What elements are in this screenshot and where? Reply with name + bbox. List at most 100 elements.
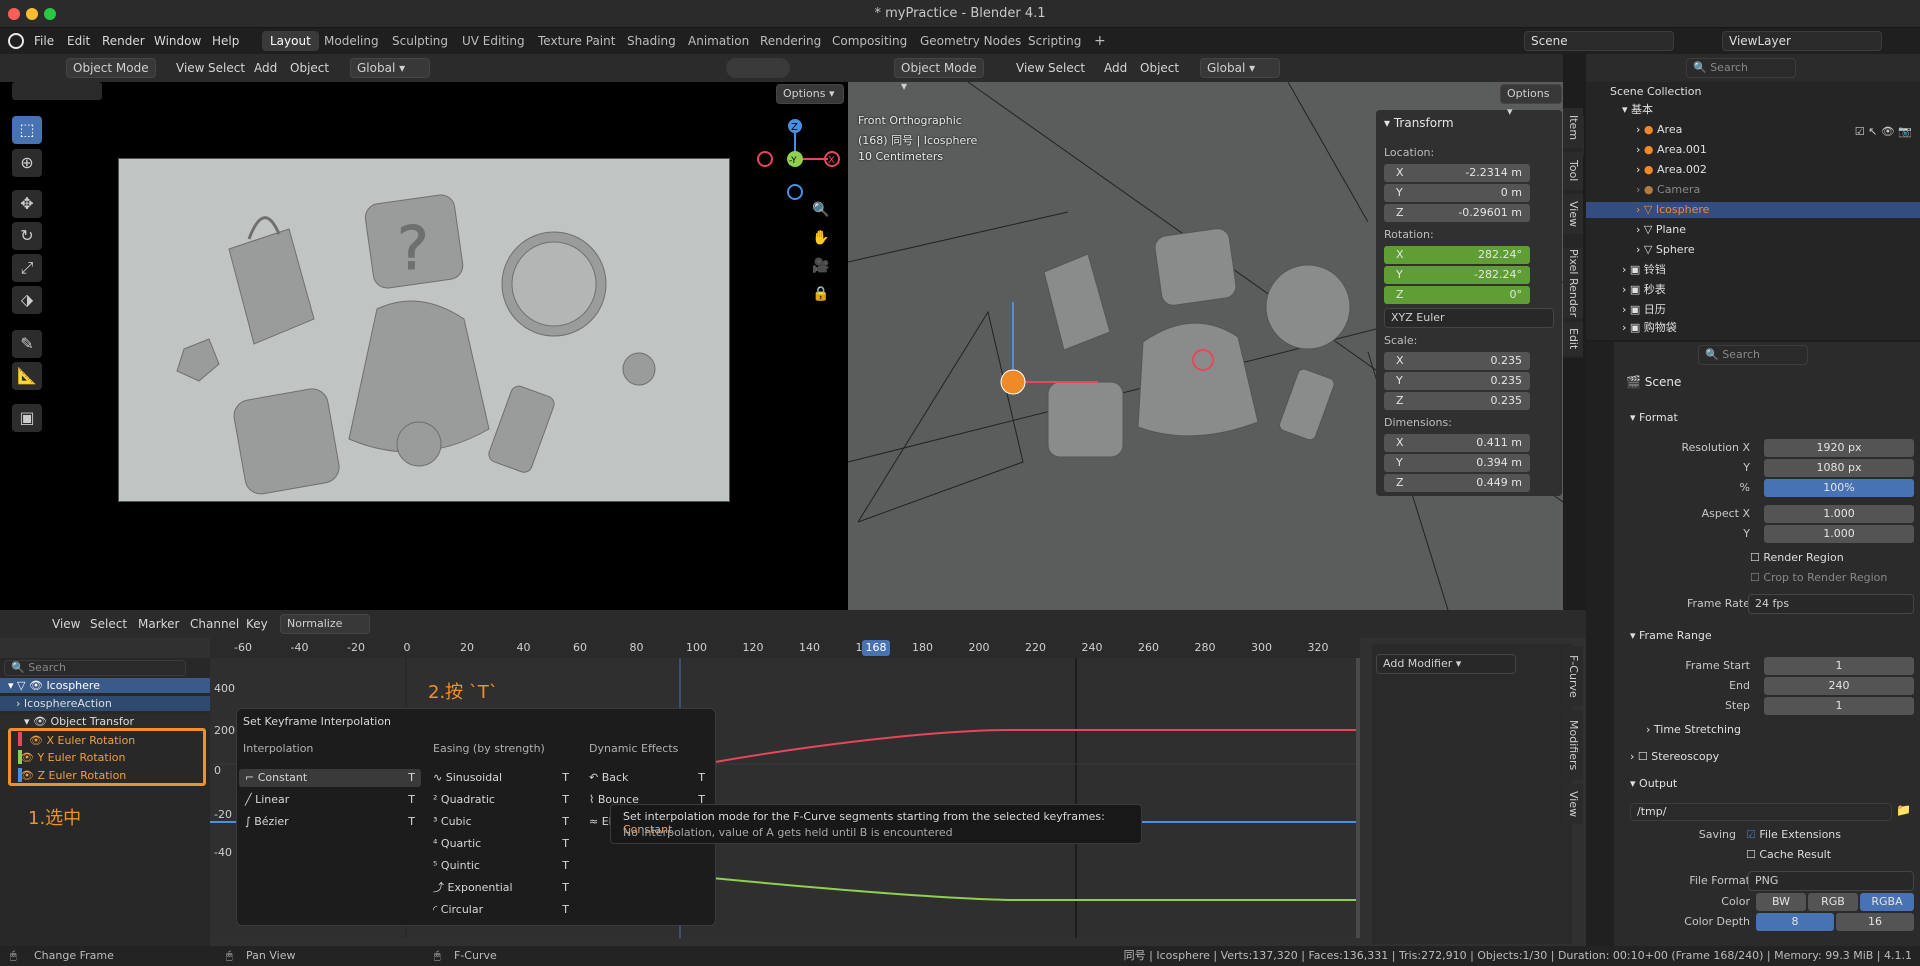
interp-quartic-item[interactable]: ⁴ Quartic T xyxy=(433,835,573,853)
format-section-header[interactable]: ▾ Format xyxy=(1630,408,1678,428)
orientation-dropdown-right[interactable]: Global ▾ xyxy=(1200,58,1280,78)
tab-geometry-nodes[interactable]: Geometry Nodes xyxy=(912,31,1029,51)
time-stretching-header[interactable]: › Time Stretching xyxy=(1646,720,1741,740)
transform-icon[interactable]: ⬗ xyxy=(12,286,42,314)
stereoscopy-header[interactable]: › ☐ Stereoscopy xyxy=(1630,747,1719,767)
navigation-gizmo[interactable]: Z X -Y xyxy=(750,114,840,204)
rotation-mode-dropdown[interactable]: XYZ Euler xyxy=(1384,308,1554,328)
menu-render[interactable]: Render xyxy=(102,32,145,50)
scene-collection-row[interactable]: Scene Collection xyxy=(1610,84,1701,100)
add-workspace-icon[interactable]: + xyxy=(1086,31,1114,51)
close-window-button[interactable] xyxy=(8,8,20,20)
menu-window[interactable]: Window xyxy=(154,32,201,50)
tab-modeling[interactable]: Modeling xyxy=(316,31,387,51)
aspect-y-field[interactable]: 1.000 xyxy=(1764,525,1914,543)
annotate-icon[interactable]: ✎ xyxy=(12,330,42,358)
lock-icon[interactable]: 🔒 xyxy=(812,286,829,302)
file-extensions-checkbox[interactable]: ☑ File Extensions xyxy=(1746,828,1841,841)
graph-tab-view[interactable]: View xyxy=(1563,784,1583,824)
dimensions-x-field[interactable]: X 0.411 m xyxy=(1384,434,1530,452)
depth-16-button[interactable]: 16 xyxy=(1836,913,1914,931)
interp-back-item[interactable]: ↶ Back T xyxy=(589,769,709,787)
scale-icon[interactable]: ⤢ xyxy=(12,254,42,282)
res-y-field[interactable]: 1080 px xyxy=(1764,459,1914,477)
location-y-field[interactable]: Y0 m xyxy=(1384,184,1530,202)
tab-sculpting[interactable]: Sculpting xyxy=(384,31,456,51)
outliner-collection-stopwatch[interactable]: › ▣ 秒表 xyxy=(1622,282,1666,298)
options-button[interactable]: Options ▾ xyxy=(776,84,844,104)
rotation-z-field[interactable]: Z 0° xyxy=(1384,286,1530,304)
tab-texture-paint[interactable]: Texture Paint xyxy=(530,31,623,51)
output-path-field[interactable]: /tmp/ xyxy=(1630,803,1892,821)
cursor-icon[interactable]: ⊕ xyxy=(12,149,42,177)
side-tab-pixel-render[interactable]: Pixel Render xyxy=(1563,248,1583,318)
graph-tab-modifiers[interactable]: Modifiers xyxy=(1563,710,1583,780)
outliner-collection-bell[interactable]: › ▣ 铃铛 xyxy=(1622,262,1666,278)
graph-menu-channel[interactable]: Channel xyxy=(186,614,243,634)
collection-basic-row[interactable]: ▾ 基本 xyxy=(1622,102,1653,118)
viewport-left-menu-object[interactable]: Object xyxy=(286,58,333,78)
graph-menu-view[interactable]: View xyxy=(48,614,84,634)
cache-result-checkbox[interactable]: ☐ Cache Result xyxy=(1746,848,1831,861)
viewport-left-menu-view[interactable]: View xyxy=(172,58,208,78)
render-region-checkbox[interactable]: ☐ Render Region xyxy=(1750,551,1844,564)
graph-menu-marker[interactable]: Marker xyxy=(134,614,183,634)
visibility-toggles[interactable]: ☑ ↖ 👁 📷 xyxy=(1832,122,1912,336)
color-rgb-button[interactable]: RGB xyxy=(1808,893,1858,911)
tab-animation[interactable]: Animation xyxy=(680,31,757,51)
menu-edit[interactable]: Edit xyxy=(67,32,90,50)
interp-linear-item[interactable]: ╱ Linear T xyxy=(239,791,421,809)
interp-constant-item[interactable]: ⌐ Constant T xyxy=(239,769,421,787)
interp-exponential-item[interactable]: ⤴ Exponential T xyxy=(433,879,573,897)
frame-start-field[interactable]: 1 xyxy=(1764,657,1914,675)
options-button-right[interactable]: Options ▾ xyxy=(1500,84,1562,118)
viewport-left[interactable]: Object Mode ▾ View Select Add Object Glo… xyxy=(0,54,848,610)
pan-hand-icon[interactable]: ✋ xyxy=(812,230,829,246)
tab-scripting[interactable]: Scripting xyxy=(1020,31,1089,51)
channel-group-transform[interactable]: ▾ 👁 Object Transfor xyxy=(0,714,210,729)
outliner-search[interactable]: 🔍 Search xyxy=(1686,58,1796,78)
selection-mode-buttons[interactable] xyxy=(12,82,102,100)
graph-tab-fcurve[interactable]: F-Curve xyxy=(1563,646,1583,706)
viewport-right-menu-select[interactable]: Select xyxy=(1044,58,1089,78)
interp-quintic-item[interactable]: ⁵ Quintic T xyxy=(433,857,573,875)
scale-y-field[interactable]: Y 0.235 xyxy=(1384,372,1530,390)
rotate-icon[interactable]: ↻ xyxy=(12,222,42,250)
scale-z-field[interactable]: Z 0.235 xyxy=(1384,392,1530,410)
viewlayer-selector[interactable]: ViewLayer xyxy=(1722,31,1882,51)
scene-selector[interactable]: Scene xyxy=(1524,31,1674,51)
interp-sinusoidal-item[interactable]: ∿ Sinusoidal T xyxy=(433,769,573,787)
graph-menu-select[interactable]: Select xyxy=(86,614,131,634)
transform-panel-title[interactable]: ▾ Transform xyxy=(1384,116,1454,130)
graph-menu-key[interactable]: Key xyxy=(242,614,272,634)
rotation-x-field[interactable]: X 282.24° xyxy=(1384,246,1530,264)
res-pct-field[interactable]: 100% xyxy=(1764,479,1914,497)
zoom-icon[interactable]: 🔍 xyxy=(812,202,829,218)
interp-quadratic-item[interactable]: ² Quadratic T xyxy=(433,791,573,809)
file-format-dropdown[interactable]: PNG xyxy=(1748,871,1914,891)
channel-action[interactable]: › IcosphereAction xyxy=(0,696,210,711)
properties-tabs[interactable] xyxy=(1586,342,1614,946)
folder-icon[interactable]: 📁 xyxy=(1896,803,1911,817)
frame-rate-dropdown[interactable]: 24 fps xyxy=(1748,594,1914,614)
side-tab-tool[interactable]: Tool xyxy=(1563,152,1583,190)
mode-dropdown[interactable]: Object Mode ▾ xyxy=(66,58,156,93)
viewport-right-menu-object[interactable]: Object xyxy=(1136,58,1183,78)
mode-dropdown-right[interactable]: Object Mode ▾ xyxy=(894,58,984,93)
tab-layout[interactable]: Layout xyxy=(262,31,319,51)
move-icon[interactable]: ✥ xyxy=(12,190,42,218)
side-tab-edit[interactable]: Edit xyxy=(1563,322,1583,356)
crop-region-checkbox[interactable]: ☐ Crop to Render Region xyxy=(1750,571,1887,584)
scale-x-field[interactable]: X 0.235 xyxy=(1384,352,1530,370)
measure-icon[interactable]: 📐 xyxy=(12,362,42,390)
outliner-collection-shopping-bag[interactable]: › ▣ 购物袋 xyxy=(1622,320,1677,336)
outliner-collection-calendar[interactable]: › ▣ 日历 xyxy=(1622,302,1666,318)
add-modifier-dropdown[interactable]: Add Modifier ▾ xyxy=(1376,654,1516,674)
menu-file[interactable]: File xyxy=(34,32,54,50)
frame-step-field[interactable]: 1 xyxy=(1764,697,1914,715)
output-section-header[interactable]: ▾ Output xyxy=(1630,774,1677,794)
orientation-dropdown[interactable]: Global ▾ xyxy=(350,58,430,78)
side-tab-item[interactable]: Item xyxy=(1563,108,1583,148)
location-x-field[interactable]: X -2.2314 m xyxy=(1384,164,1530,182)
frame-end-field[interactable]: 240 xyxy=(1764,677,1914,695)
